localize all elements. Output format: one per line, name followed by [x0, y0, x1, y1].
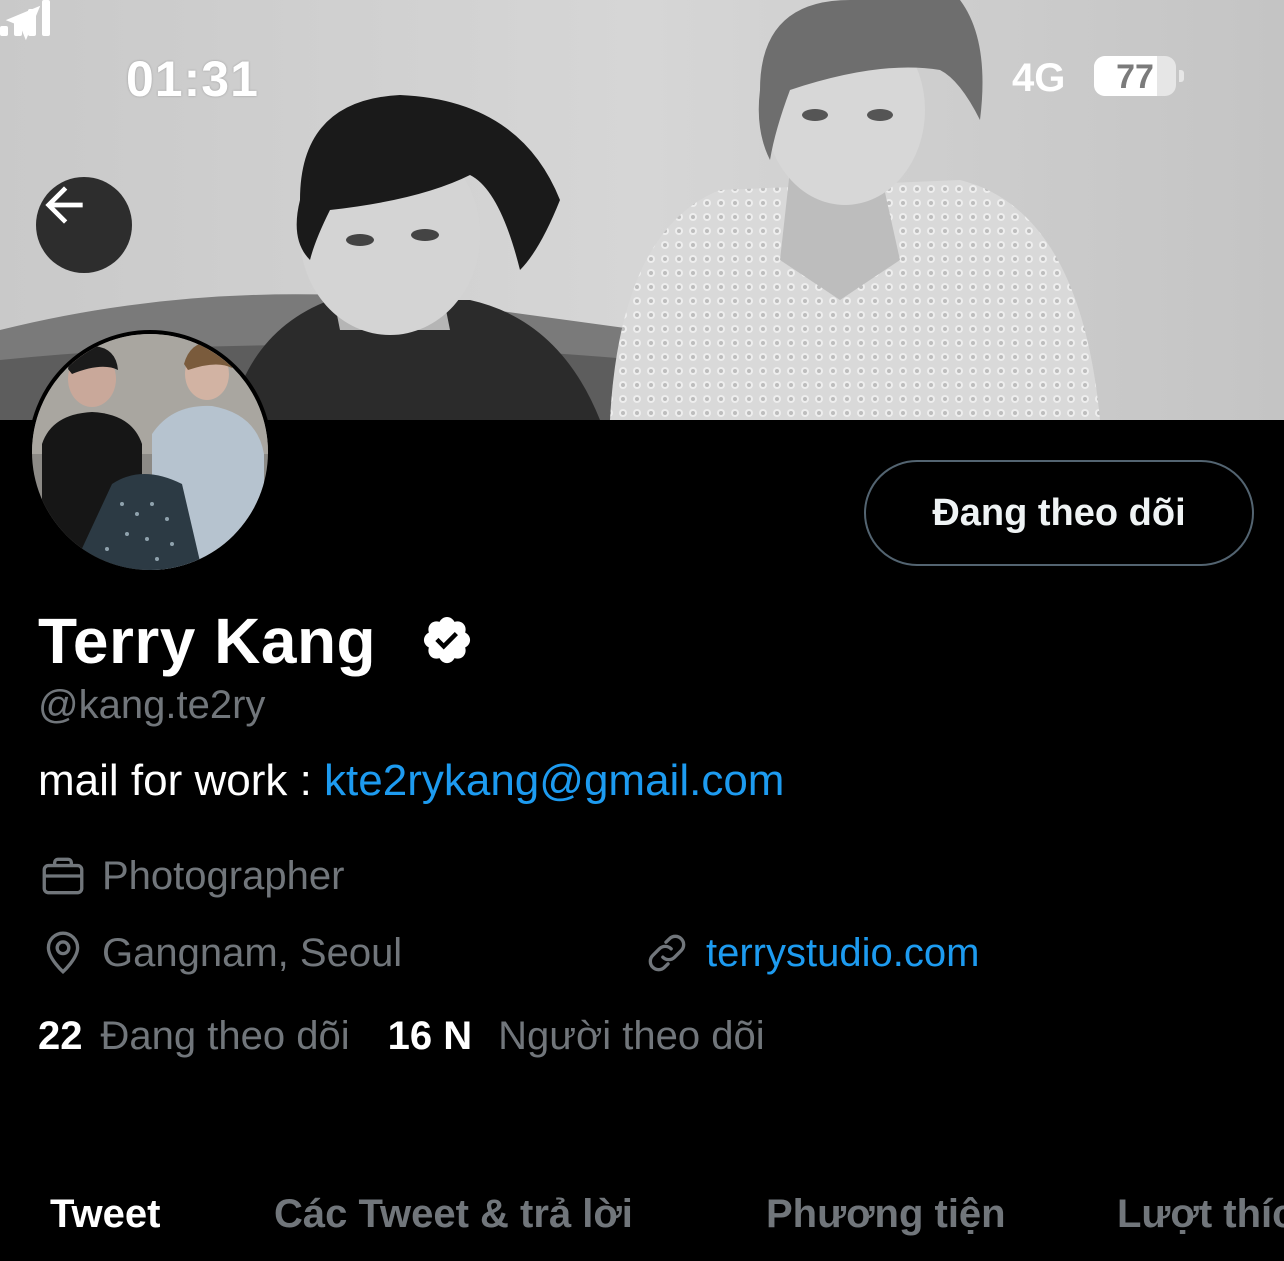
profession-row: Photographer	[38, 851, 344, 901]
signal-icon	[0, 0, 50, 36]
back-arrow-icon	[45, 186, 83, 224]
website-row[interactable]: terrystudio.com	[642, 928, 979, 978]
following-label: Đang theo dõi	[100, 1014, 350, 1058]
profile-tabs: Tweet Các Tweet & trả lời Phương tiện Lư…	[0, 1170, 1284, 1261]
following-button[interactable]: Đang theo dõi	[864, 460, 1254, 566]
tab-tweets-and-replies[interactable]: Các Tweet & trả lời	[274, 1192, 633, 1237]
link-icon	[642, 928, 692, 978]
avatar-photo	[32, 334, 268, 570]
follow-stats: 22 Đang theo dõi 16 N Người theo dõi	[38, 1014, 765, 1059]
user-handle: @kang.te2ry	[38, 683, 266, 727]
status-time: 01:31	[126, 51, 259, 107]
location-text: Gangnam, Seoul	[102, 930, 403, 975]
followers-stat[interactable]: 16 N Người theo dõi	[388, 1014, 765, 1059]
briefcase-icon	[38, 851, 88, 901]
tab-tweets[interactable]: Tweet	[50, 1192, 160, 1237]
profession-text: Photographer	[102, 853, 345, 898]
battery-nub	[1179, 70, 1184, 82]
battery-indicator: 77	[1094, 56, 1176, 96]
display-name: Terry Kang	[38, 605, 377, 677]
followers-label: Người theo dõi	[498, 1014, 765, 1058]
bio-text: mail for work :	[38, 756, 325, 805]
bio: mail for work : kte2rykang@gmail.com	[38, 756, 784, 806]
tab-likes[interactable]: Lượt thích	[1117, 1192, 1284, 1237]
back-button[interactable]	[36, 177, 132, 273]
bio-email-link[interactable]: kte2rykang@gmail.com	[324, 756, 784, 805]
network-type: 4G	[1012, 56, 1066, 100]
following-count: 22	[38, 1014, 83, 1058]
website-link[interactable]: terrystudio.com	[706, 931, 979, 976]
battery-percent: 77	[1116, 58, 1154, 96]
verified-badge-icon[interactable]	[420, 613, 474, 667]
location-pin-icon	[38, 928, 88, 978]
followers-count: 16 N	[387, 1014, 473, 1058]
avatar[interactable]	[28, 330, 272, 574]
location-row: Gangnam, Seoul	[38, 928, 402, 978]
tab-media[interactable]: Phương tiện	[766, 1192, 1006, 1237]
following-stat[interactable]: 22 Đang theo dõi	[38, 1014, 350, 1059]
